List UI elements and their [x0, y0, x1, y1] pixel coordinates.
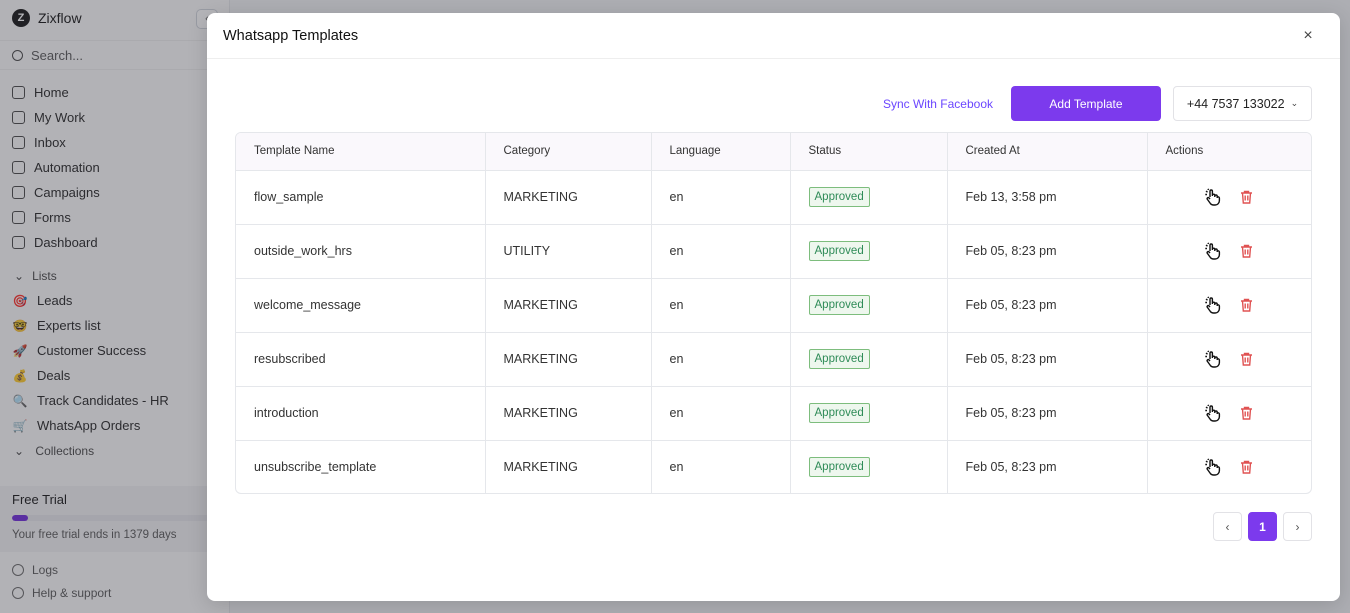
language-cell: en: [651, 440, 791, 493]
delete-trash-icon[interactable]: [1238, 242, 1256, 260]
status-badge: Approved: [808, 349, 870, 369]
status-cell: Approved: [790, 440, 948, 493]
prev-page-button[interactable]: ‹: [1213, 512, 1242, 541]
category-cell: MARKETING: [485, 386, 652, 441]
modal-toolbar: Sync With Facebook Add Template +44 7537…: [883, 86, 1312, 121]
created-at-cell: Feb 05, 8:23 pm: [947, 278, 1148, 333]
table-row: unsubscribe_template MARKETING en Approved F…: [236, 440, 1311, 493]
column-header-actions: Actions: [1147, 133, 1311, 171]
created-at-cell: Feb 13, 3:58 pm: [947, 170, 1148, 225]
language-cell: en: [651, 386, 791, 441]
table-row: introduction MARKETING en Approved Feb 05, 8…: [236, 386, 1311, 441]
table-row: welcome_message MARKETING en Approved Feb 05…: [236, 278, 1311, 333]
status-badge: Approved: [808, 187, 870, 207]
status-cell: Approved: [790, 386, 948, 441]
template-name-cell: flow_sample: [236, 170, 486, 225]
next-page-button[interactable]: ›: [1283, 512, 1312, 541]
add-template-button[interactable]: Add Template: [1011, 86, 1161, 121]
created-at-cell: Feb 05, 8:23 pm: [947, 386, 1148, 441]
template-name-cell: resubscribed: [236, 332, 486, 387]
modal-title: Whatsapp Templates: [223, 27, 359, 44]
table-header-row: Template Name Category Language Status C…: [236, 133, 1311, 171]
status-cell: Approved: [790, 170, 948, 225]
template-name-cell: welcome_message: [236, 278, 486, 333]
test-template-hand-icon[interactable]: [1204, 404, 1222, 422]
template-name-cell: introduction: [236, 386, 486, 441]
actions-cell: [1147, 386, 1311, 441]
close-button[interactable]: ×: [1300, 28, 1316, 44]
status-badge: Approved: [808, 241, 870, 261]
templates-table: Template Name Category Language Status C…: [235, 132, 1312, 494]
test-template-hand-icon[interactable]: [1204, 458, 1222, 476]
column-header-created-at: Created At: [947, 133, 1148, 171]
language-cell: en: [651, 170, 791, 225]
pagination: ‹ 1 ›: [1213, 512, 1312, 541]
delete-trash-icon[interactable]: [1238, 404, 1256, 422]
whatsapp-templates-modal: Whatsapp Templates × Sync With Facebook …: [207, 13, 1340, 601]
sync-with-facebook-link[interactable]: Sync With Facebook: [883, 97, 993, 111]
delete-trash-icon[interactable]: [1238, 188, 1256, 206]
delete-trash-icon[interactable]: [1238, 296, 1256, 314]
table-row: flow_sample MARKETING en Approved Feb 13, 3:…: [236, 170, 1311, 225]
test-template-hand-icon[interactable]: [1204, 296, 1222, 314]
actions-cell: [1147, 332, 1311, 387]
column-header-template-name: Template Name: [236, 133, 486, 171]
category-cell: MARKETING: [485, 440, 652, 493]
actions-cell: [1147, 170, 1311, 225]
column-header-status: Status: [790, 133, 948, 171]
status-cell: Approved: [790, 332, 948, 387]
created-at-cell: Feb 05, 8:23 pm: [947, 224, 1148, 279]
template-name-cell: outside_work_hrs: [236, 224, 486, 279]
template-name-cell: unsubscribe_template: [236, 440, 486, 493]
category-cell: MARKETING: [485, 332, 652, 387]
language-cell: en: [651, 224, 791, 279]
category-cell: MARKETING: [485, 278, 652, 333]
language-cell: en: [651, 332, 791, 387]
status-badge: Approved: [808, 403, 870, 423]
test-template-hand-icon[interactable]: [1204, 188, 1222, 206]
language-cell: en: [651, 278, 791, 333]
actions-cell: [1147, 224, 1311, 279]
column-header-category: Category: [485, 133, 652, 171]
status-cell: Approved: [790, 224, 948, 279]
delete-trash-icon[interactable]: [1238, 350, 1256, 368]
table-body: flow_sample MARKETING en Approved Feb 13, 3:…: [236, 170, 1311, 493]
test-template-hand-icon[interactable]: [1204, 350, 1222, 368]
phone-number-value: +44 7537 133022: [1186, 96, 1285, 111]
category-cell: MARKETING: [485, 170, 652, 225]
status-badge: Approved: [808, 457, 870, 478]
modal-header: Whatsapp Templates: [207, 13, 1340, 59]
column-header-language: Language: [651, 133, 791, 171]
status-cell: Approved: [790, 278, 948, 333]
actions-cell: [1147, 440, 1311, 493]
category-cell: UTILITY: [485, 224, 652, 279]
delete-trash-icon[interactable]: [1238, 458, 1256, 476]
table-row: resubscribed MARKETING en Approved Feb 05, 8…: [236, 332, 1311, 387]
table-row: outside_work_hrs UTILITY en Approved Feb 05,…: [236, 224, 1311, 279]
status-badge: Approved: [808, 295, 870, 315]
test-template-hand-icon[interactable]: [1204, 242, 1222, 260]
chevron-down-icon: ⌄: [1290, 98, 1299, 108]
phone-number-select[interactable]: +44 7537 133022 ⌄: [1173, 86, 1312, 121]
actions-cell: [1147, 278, 1311, 333]
created-at-cell: Feb 05, 8:23 pm: [947, 440, 1148, 493]
page-1-button[interactable]: 1: [1248, 512, 1277, 541]
created-at-cell: Feb 05, 8:23 pm: [947, 332, 1148, 387]
